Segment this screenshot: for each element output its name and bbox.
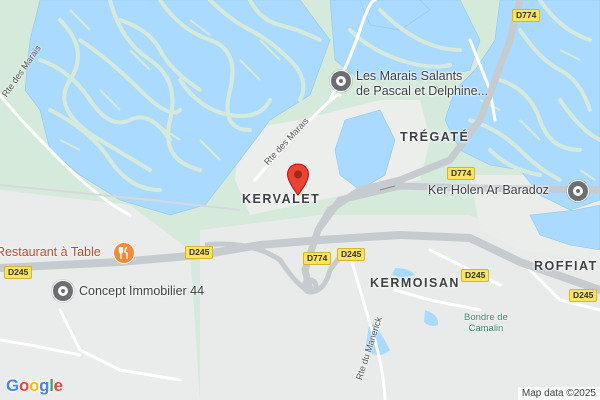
route-shield-d245: D245 — [569, 289, 598, 302]
route-shield-d245: D245 — [337, 248, 366, 261]
natural-label-line: Camalin — [468, 323, 504, 334]
google-logo-letter: g — [39, 376, 50, 395]
route-shield-d245: D245 — [461, 269, 490, 282]
poi-label-marais-salants[interactable]: Les Marais Salants de Pascal et Delphine… — [356, 69, 488, 99]
google-logo-letter: o — [18, 376, 30, 395]
route-shield-d245: D245 — [4, 266, 33, 279]
place-label-kermoisan: KERMOISAN — [370, 276, 460, 290]
map-attribution[interactable]: Map data ©2025 — [517, 387, 600, 400]
poi-label-ker-holen[interactable]: Ker Holen Ar Baradoz — [428, 183, 549, 198]
route-shield-d774: D774 — [447, 167, 476, 180]
route-shield-d774: D774 — [512, 9, 541, 22]
natural-label-line: Bondre de — [464, 312, 508, 323]
route-shield-d245: D245 — [185, 246, 214, 259]
route-shield-d774: D774 — [303, 252, 332, 265]
poi-marker-icon[interactable] — [567, 180, 589, 202]
poi-label-restaurant[interactable]: Restaurant à Table — [0, 245, 101, 260]
poi-label-line: de Pascal et Delphine... — [356, 84, 489, 98]
place-label-kervalet: KERVALET — [242, 192, 321, 206]
google-logo[interactable]: Google — [6, 376, 63, 396]
restaurant-fork-knife-icon[interactable] — [113, 242, 135, 264]
place-label-tregate: TRÉGATÉ — [400, 130, 470, 144]
place-label-roffiat: ROFFIAT — [534, 259, 598, 273]
poi-label-concept-immobilier[interactable]: Concept Immobilier 44 — [79, 284, 204, 299]
google-logo-letter: o — [29, 376, 40, 395]
map-canvas[interactable]: KERVALET TRÉGATÉ KERMOISAN ROFFIAT Les M… — [0, 0, 600, 400]
poi-marker-icon[interactable] — [52, 280, 74, 302]
natural-label-bondre: Bondre de Camalin — [464, 312, 508, 334]
poi-marker-icon[interactable] — [330, 70, 352, 92]
google-logo-letter: e — [53, 376, 63, 395]
google-logo-letter: G — [6, 376, 19, 395]
poi-label-line: Les Marais Salants — [356, 69, 463, 83]
